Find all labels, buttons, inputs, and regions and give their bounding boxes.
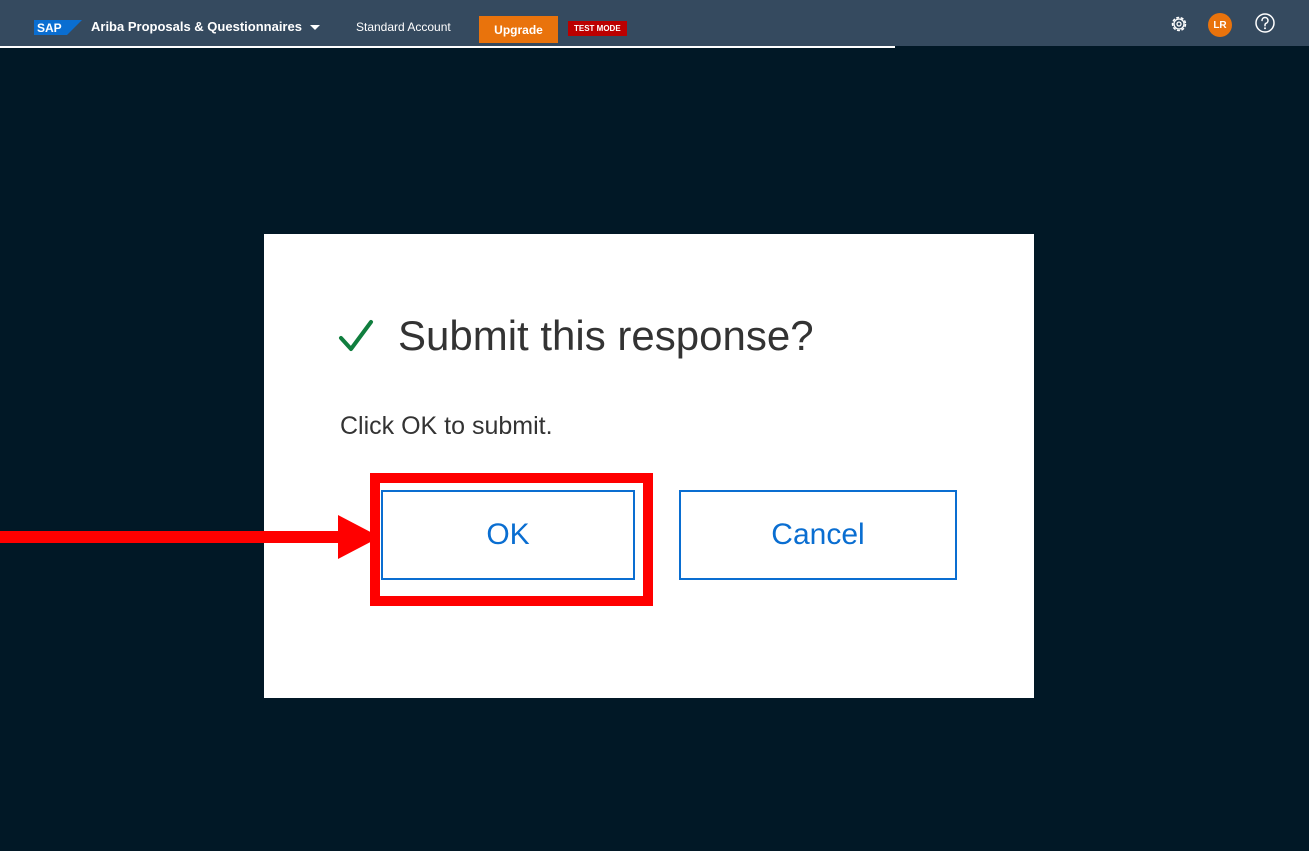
product-title: Ariba Proposals & Questionnaires (91, 19, 302, 34)
cancel-button[interactable]: Cancel (679, 490, 957, 580)
chevron-down-icon (309, 25, 320, 30)
dialog-message: Click OK to submit. (340, 412, 553, 440)
product-switcher[interactable]: Ariba Proposals & Questionnaires (91, 19, 320, 34)
help-icon[interactable] (1254, 12, 1276, 34)
topbar-divider (0, 46, 895, 48)
dialog-header: Submit this response? (338, 312, 814, 360)
ok-button[interactable]: OK (381, 490, 635, 580)
test-mode-badge: TEST MODE (568, 21, 627, 36)
account-type-label: Standard Account (356, 20, 451, 34)
avatar[interactable]: LR (1208, 13, 1232, 37)
top-navigation-bar: SAP Ariba Proposals & Questionnaires Sta… (0, 0, 1309, 46)
submit-confirmation-dialog: Submit this response? Click OK to submit… (264, 234, 1034, 698)
dialog-title: Submit this response? (398, 312, 814, 359)
upgrade-button[interactable]: Upgrade (479, 16, 558, 43)
check-icon (339, 320, 373, 351)
sap-logo[interactable]: SAP (34, 20, 82, 35)
gear-icon[interactable] (1169, 14, 1189, 34)
sap-logo-text: SAP (37, 21, 62, 35)
